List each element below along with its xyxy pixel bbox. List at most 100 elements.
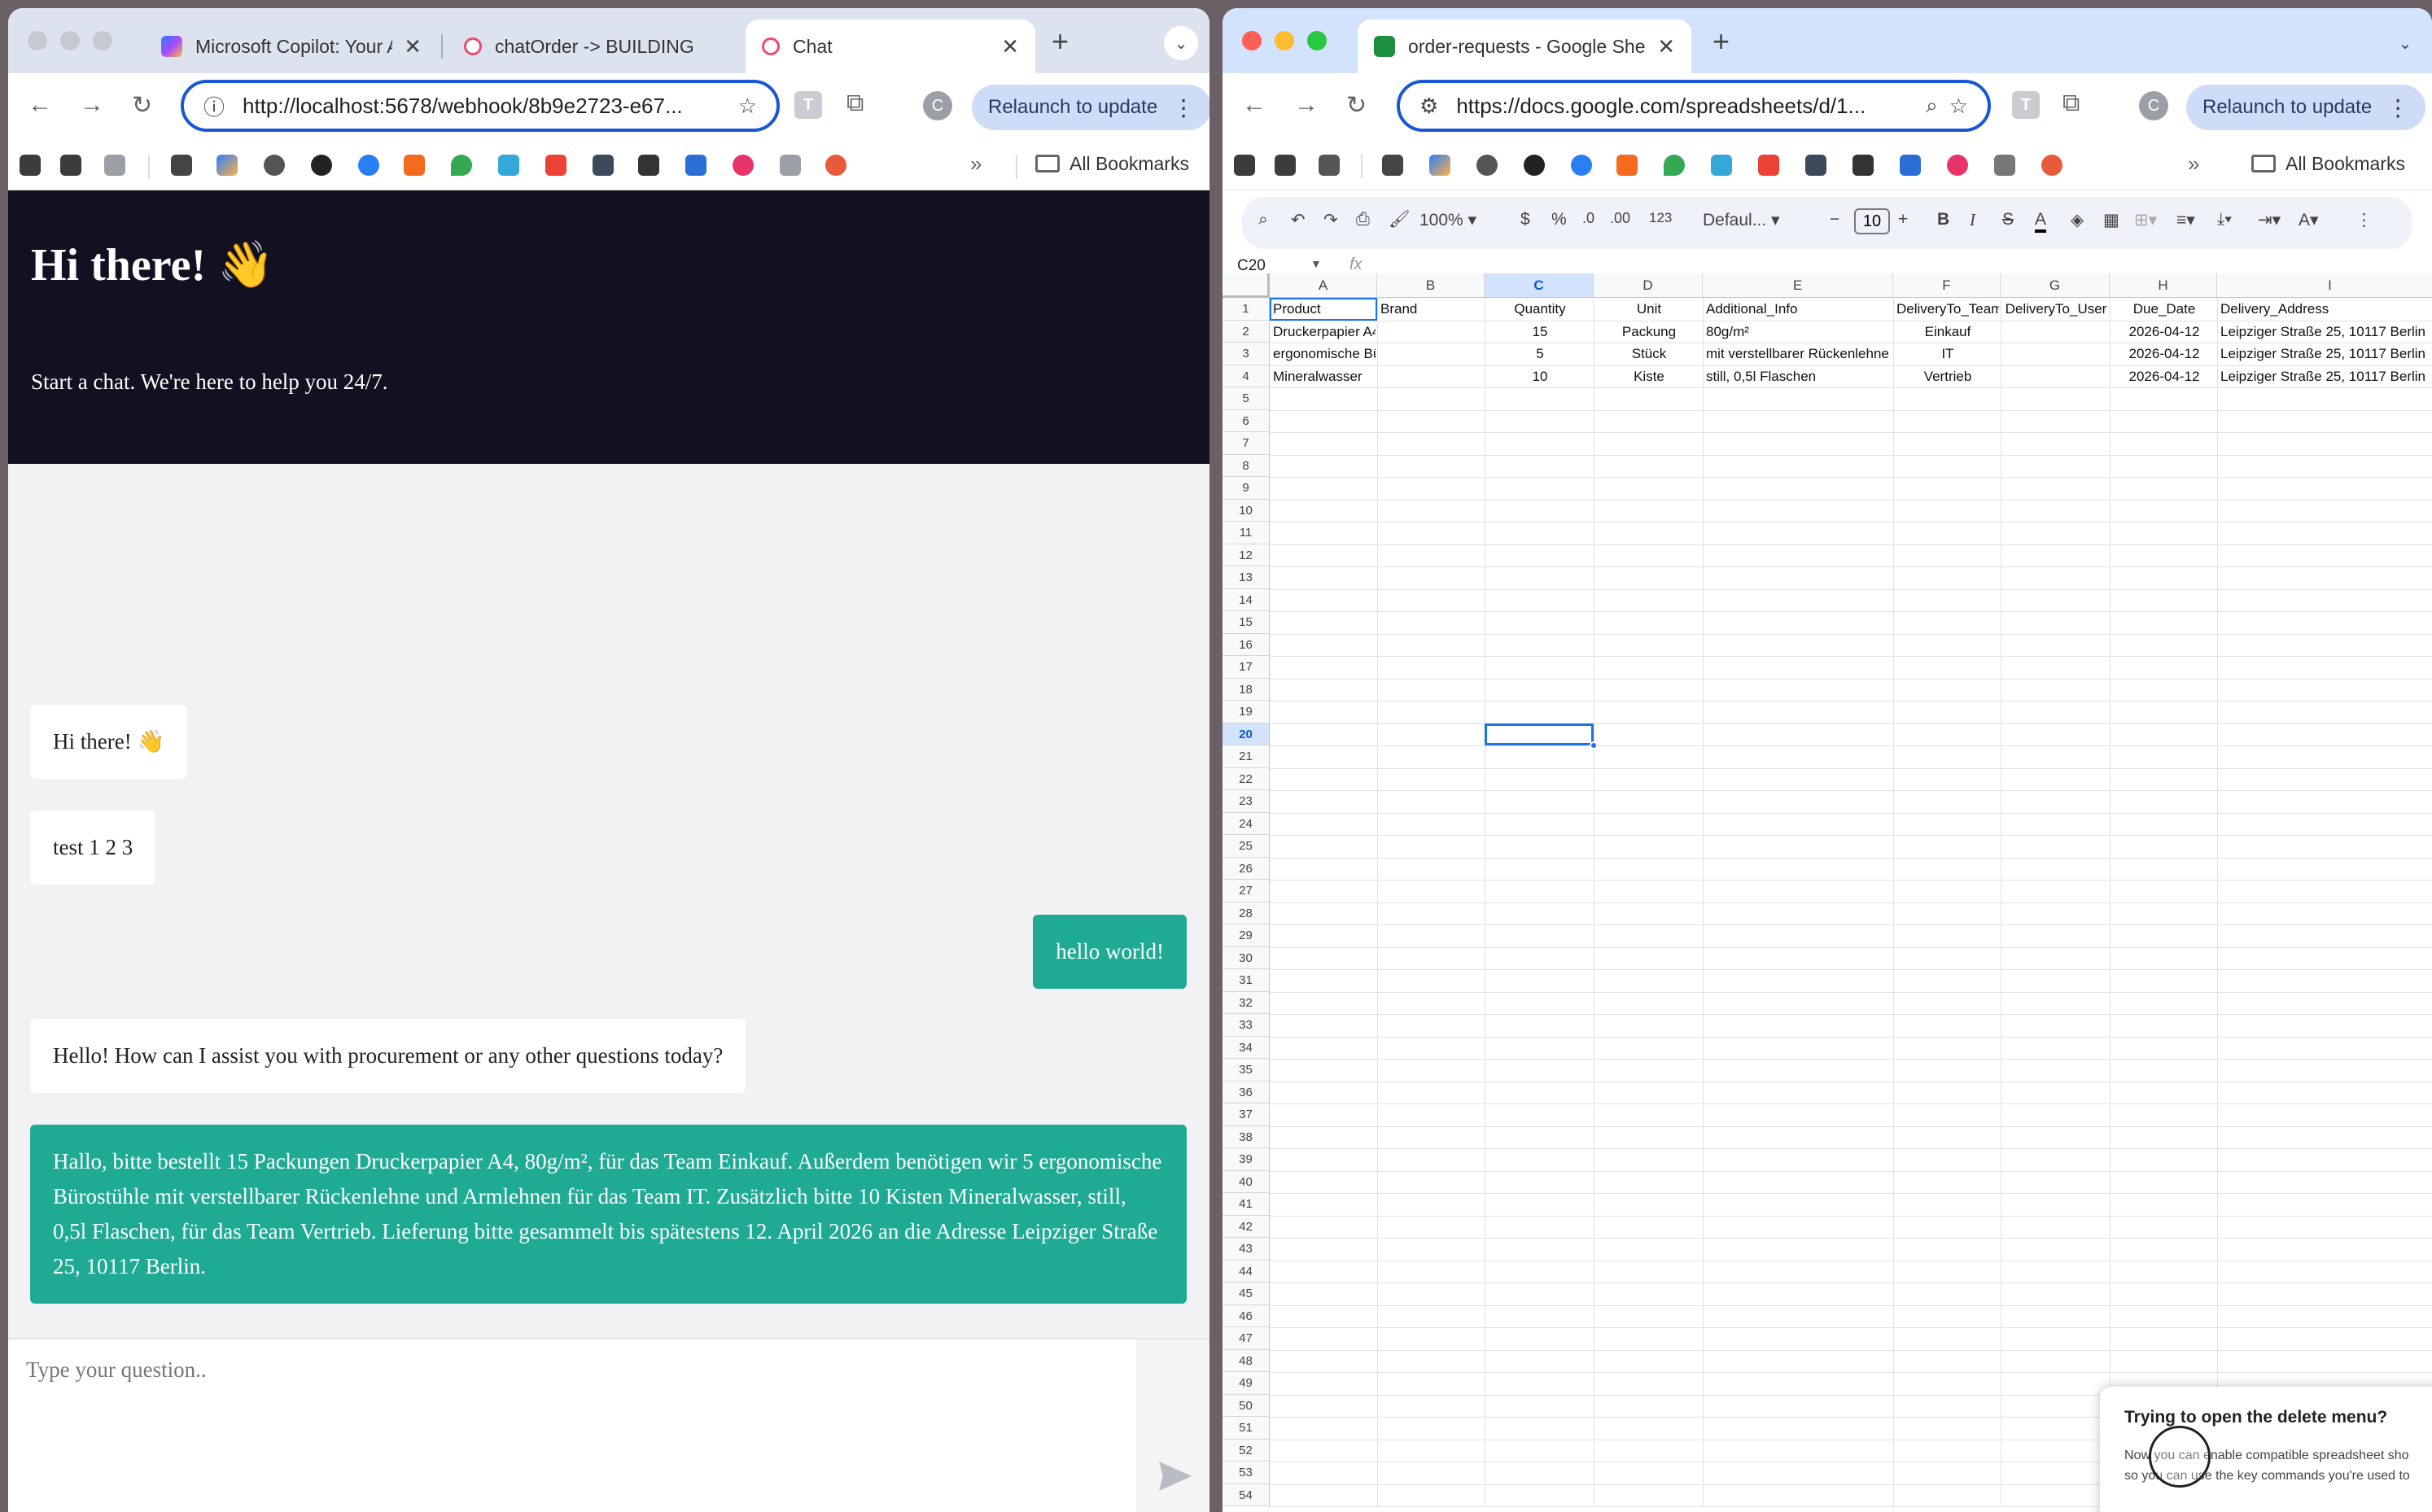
all-bookmarks-button[interactable]: All Bookmarks (2251, 153, 2405, 175)
row-header[interactable]: 23 (1223, 790, 1270, 813)
back-icon[interactable]: ← (28, 91, 52, 119)
tab-sheets[interactable]: order-requests - Google Sheets ✕ (1358, 20, 1691, 73)
more-toolbar-icon[interactable]: ⋮ (2355, 210, 2373, 230)
bookmark-icon[interactable] (498, 155, 519, 176)
bold-button[interactable]: B (1937, 210, 1949, 229)
info-icon[interactable]: ⓘ (203, 91, 225, 121)
undo-icon[interactable]: ↶ (1291, 210, 1306, 230)
all-bookmarks-button[interactable]: All Bookmarks (1035, 153, 1189, 175)
cell[interactable]: Vertrieb (1896, 365, 1999, 387)
zoom-search-icon[interactable]: ⌕ (1926, 93, 1938, 119)
bookmark-icon[interactable] (20, 155, 41, 176)
fill-color-icon[interactable]: ◈ (2071, 210, 2084, 230)
relaunch-button[interactable]: Relaunch to update ⋮ (972, 85, 1209, 130)
row-header[interactable]: 54 (1223, 1484, 1270, 1506)
horizontal-align-icon[interactable]: ≡▾ (2176, 210, 2195, 230)
cell[interactable]: Due_Date (2113, 298, 2215, 320)
text-rotation-icon[interactable]: A▾ (2299, 210, 2319, 230)
cell[interactable]: 2026-04-12 (2113, 343, 2215, 365)
row-header[interactable]: 13 (1223, 566, 1270, 589)
row-header[interactable]: 12 (1223, 544, 1270, 566)
row-header[interactable]: 52 (1223, 1439, 1270, 1462)
row-header[interactable]: 9 (1223, 477, 1270, 500)
row-header[interactable]: 1 (1223, 298, 1270, 321)
cell[interactable]: 2026-04-12 (2113, 321, 2215, 343)
bookmark-star-icon[interactable]: ☆ (738, 94, 757, 119)
bookmark-icon[interactable] (593, 155, 614, 176)
row-header[interactable]: 39 (1223, 1148, 1270, 1171)
row-header[interactable]: 19 (1223, 701, 1270, 723)
text-wrap-icon[interactable]: ⇥▾ (2258, 210, 2281, 230)
column-header[interactable]: E (1703, 273, 1893, 298)
row-header[interactable]: 24 (1223, 812, 1270, 835)
more-formats-button[interactable]: 123 (1649, 210, 1672, 226)
bookmark-icon[interactable] (1852, 155, 1874, 176)
decrease-font-size-icon[interactable]: − (1830, 210, 1839, 229)
bookmark-icon[interactable] (825, 155, 846, 176)
maps-bookmark-icon[interactable] (451, 155, 472, 176)
row-header[interactable]: 6 (1223, 409, 1270, 432)
row-header[interactable]: 7 (1223, 432, 1270, 455)
cell[interactable]: Additional_Info (1706, 298, 1892, 320)
paint-format-icon[interactable]: 🖌 (1389, 210, 1411, 229)
row-header[interactable]: 50 (1223, 1394, 1270, 1417)
text-color-button[interactable]: A (2035, 210, 2047, 233)
translate-extension-icon[interactable]: T (2012, 91, 2040, 119)
cell[interactable]: Kiste (1597, 365, 1701, 387)
row-header[interactable]: 30 (1223, 946, 1270, 969)
row-header[interactable]: 15 (1223, 611, 1270, 634)
fill-handle[interactable] (1590, 741, 1598, 749)
cell[interactable]: Packung (1597, 321, 1701, 343)
row-header[interactable]: 20 (1223, 723, 1270, 745)
tab-copilot[interactable]: Microsoft Copilot: Your AI ✕ (145, 20, 438, 73)
row-header[interactable]: 38 (1223, 1125, 1270, 1148)
row-header[interactable]: 11 (1223, 522, 1270, 544)
reload-icon[interactable]: ↻ (132, 91, 152, 120)
row-header[interactable]: 8 (1223, 454, 1270, 477)
column-header[interactable]: C (1485, 273, 1594, 298)
apps-grid-icon[interactable] (1319, 155, 1340, 176)
zoom-window-button[interactable] (1307, 31, 1327, 50)
select-all-corner[interactable] (1223, 273, 1270, 298)
new-tab-button[interactable]: + (1052, 24, 1069, 59)
chat-input[interactable]: Type your question.. (8, 1339, 1136, 1445)
row-header[interactable]: 31 (1223, 969, 1270, 992)
row-header[interactable]: 35 (1223, 1059, 1270, 1082)
bookmark-icon[interactable] (780, 155, 801, 176)
extensions-icon[interactable]: ⧉ (2062, 90, 2080, 117)
font-select[interactable]: Defaul... ▾ (1703, 210, 1780, 230)
more-bookmarks-icon[interactable]: » (970, 151, 982, 177)
address-bar[interactable]: ⚙ https://docs.google.com/spreadsheets/d… (1397, 80, 1991, 132)
profile-avatar[interactable]: C (923, 91, 952, 120)
close-window-button[interactable] (1242, 31, 1262, 50)
row-header[interactable]: 26 (1223, 857, 1270, 880)
github-bookmark-icon[interactable] (1524, 155, 1545, 176)
row-header[interactable]: 47 (1223, 1327, 1270, 1350)
row-header[interactable]: 2 (1223, 320, 1270, 343)
close-tab-icon[interactable]: ✕ (1657, 34, 1675, 59)
cell[interactable]: 80g/m² (1706, 321, 1892, 343)
bookmark-icon[interactable] (60, 155, 81, 176)
menu-icon[interactable]: ⋮ (2386, 94, 2409, 121)
address-bar[interactable]: ⓘ http://localhost:5678/webhook/8b9e2723… (181, 80, 780, 132)
cell[interactable]: Brand (1380, 298, 1483, 320)
maps-bookmark-icon[interactable] (1664, 155, 1685, 176)
name-box-dropdown-icon[interactable]: ▼ (1310, 257, 1322, 270)
bookmark-icon[interactable] (1275, 155, 1296, 176)
cell[interactable]: IT (1896, 343, 1999, 365)
tab-chat[interactable]: Chat ✕ (746, 20, 1035, 73)
bookmark-icon[interactable] (1571, 155, 1592, 176)
column-header[interactable]: F (1893, 273, 2001, 298)
cell[interactable]: 15 (1488, 321, 1592, 343)
row-header[interactable]: 40 (1223, 1170, 1270, 1193)
bookmark-icon[interactable] (1994, 155, 2015, 176)
bookmark-icon[interactable] (1234, 155, 1255, 176)
vertical-align-icon[interactable]: ⤓▾ (2217, 210, 2232, 229)
cell[interactable]: Einkauf (1896, 321, 1999, 343)
bookmark-icon[interactable] (2041, 155, 2062, 176)
bookmark-icon[interactable] (638, 155, 659, 176)
redo-icon[interactable]: ↷ (1323, 210, 1338, 230)
cell[interactable]: Quantity (1488, 298, 1592, 320)
bookmark-icon[interactable] (358, 155, 379, 176)
forward-icon[interactable]: → (80, 91, 104, 119)
